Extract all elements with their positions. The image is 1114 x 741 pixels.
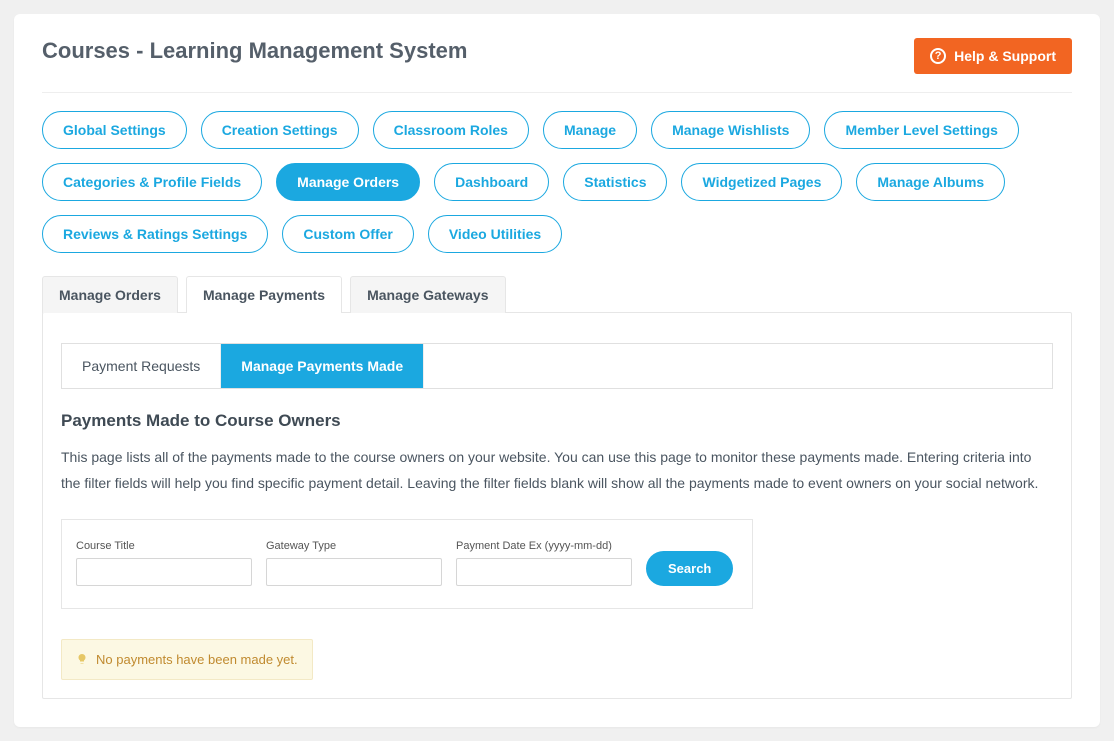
nav-manage-albums[interactable]: Manage Albums (856, 163, 1005, 201)
nav-video-utilities[interactable]: Video Utilities (428, 215, 562, 253)
section-description: This page lists all of the payments made… (61, 445, 1053, 497)
lightbulb-icon (76, 653, 88, 665)
nav-creation-settings[interactable]: Creation Settings (201, 111, 359, 149)
page-title: Courses - Learning Management System (42, 38, 467, 64)
subtab-manage-payments[interactable]: Manage Payments (186, 276, 342, 313)
nav-custom-offer[interactable]: Custom Offer (282, 215, 413, 253)
help-support-button[interactable]: ? Help & Support (914, 38, 1072, 74)
subtab-manage-orders[interactable]: Manage Orders (42, 276, 178, 313)
notice-message: No payments have been made yet. (96, 652, 298, 667)
section-title: Payments Made to Course Owners (61, 411, 1053, 431)
subtab-manage-gateways[interactable]: Manage Gateways (350, 276, 505, 313)
main-nav: Global Settings Creation Settings Classr… (42, 111, 1072, 253)
help-icon: ? (930, 48, 946, 64)
nav-manage-orders[interactable]: Manage Orders (276, 163, 420, 201)
payment-date-input[interactable] (456, 558, 632, 586)
nav-manage-wishlists[interactable]: Manage Wishlists (651, 111, 810, 149)
course-title-input[interactable] (76, 558, 252, 586)
nav-dashboard[interactable]: Dashboard (434, 163, 549, 201)
search-button[interactable]: Search (646, 551, 733, 586)
content-panel: Payment Requests Manage Payments Made Pa… (42, 312, 1072, 699)
innertab-payment-requests[interactable]: Payment Requests (62, 344, 221, 388)
nav-member-level-settings[interactable]: Member Level Settings (824, 111, 1019, 149)
filter-form: Course Title Gateway Type Payment Date E… (61, 519, 753, 609)
nav-categories-profile-fields[interactable]: Categories & Profile Fields (42, 163, 262, 201)
nav-reviews-ratings-settings[interactable]: Reviews & Ratings Settings (42, 215, 268, 253)
sub-tabs: Manage Orders Manage Payments Manage Gat… (42, 275, 1072, 312)
inner-tabs: Payment Requests Manage Payments Made (61, 343, 1053, 389)
nav-manage[interactable]: Manage (543, 111, 637, 149)
nav-global-settings[interactable]: Global Settings (42, 111, 187, 149)
innertab-manage-payments-made[interactable]: Manage Payments Made (221, 344, 424, 388)
course-title-label: Course Title (76, 540, 252, 552)
gateway-type-label: Gateway Type (266, 540, 442, 552)
nav-statistics[interactable]: Statistics (563, 163, 667, 201)
nav-widgetized-pages[interactable]: Widgetized Pages (681, 163, 842, 201)
gateway-type-input[interactable] (266, 558, 442, 586)
nav-classroom-roles[interactable]: Classroom Roles (373, 111, 529, 149)
payment-date-label: Payment Date Ex (yyyy-mm-dd) (456, 540, 632, 552)
empty-state-notice: No payments have been made yet. (61, 639, 313, 680)
help-label: Help & Support (954, 48, 1056, 64)
